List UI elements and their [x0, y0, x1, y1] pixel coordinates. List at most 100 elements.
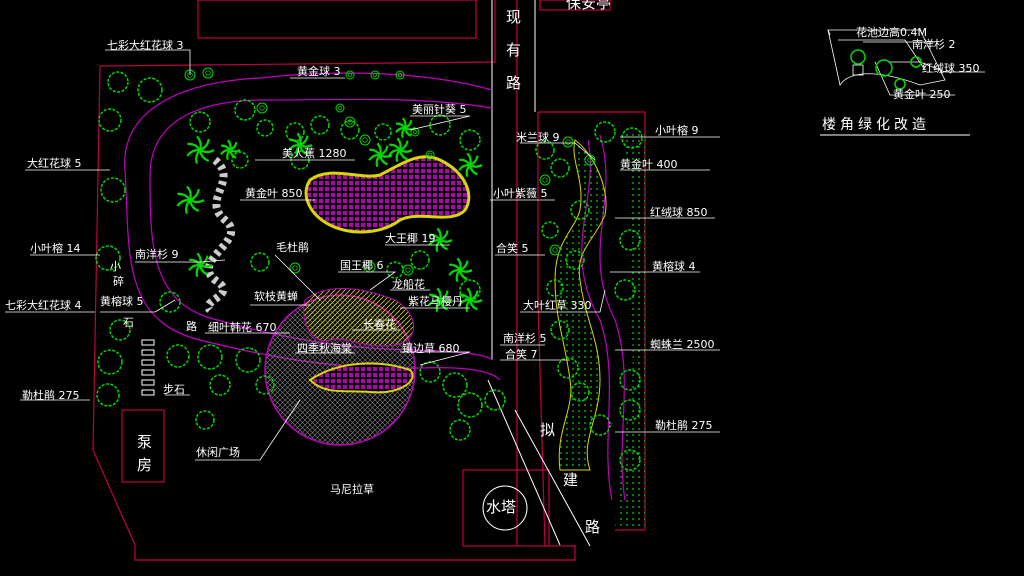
- planned-road-char-1: 拟: [540, 421, 555, 439]
- label-meirenjiao: 美人蕉 1280: [282, 147, 347, 160]
- tree-symbol: [98, 108, 122, 132]
- palm-symbol: [220, 139, 241, 161]
- corner-hongrongqiu-label: 红绒球 350: [922, 61, 980, 75]
- label-maniolacao: 马尼拉草: [330, 482, 374, 496]
- tree-symbol: [197, 344, 223, 370]
- label-huangzongqiu-left: 黄榕球 5: [100, 294, 144, 308]
- gravel-path-char-4: 路: [186, 320, 197, 333]
- label-xiaoyerong-left: 小叶榕 14: [30, 241, 81, 255]
- label-qicai-top: 七彩大红花球 3: [107, 38, 184, 52]
- label-longchuanhua: 龙船花: [392, 277, 425, 291]
- existing-road-char-2: 有: [506, 41, 521, 59]
- tree-symbol: [107, 71, 129, 93]
- label-jinbiancao: 镶边草 680: [402, 341, 460, 355]
- tree-symbol: [457, 392, 483, 418]
- label-changchunhua: 长春花: [363, 318, 396, 331]
- shrub-symbol: [359, 134, 371, 146]
- label-guowangye: 国王椰 6: [340, 258, 384, 272]
- tree-symbol: [96, 383, 120, 407]
- planned-road-char-2: 建: [563, 471, 578, 489]
- label-zhizhulan: 蜘蛛兰 2500: [650, 337, 715, 351]
- shrub-symbol: [256, 102, 268, 114]
- palm-symbol: [368, 142, 393, 168]
- tree-symbol: [374, 123, 392, 141]
- corner-tree-symbol: [875, 59, 893, 77]
- tree-symbol: [449, 419, 471, 441]
- corner-plant-symbols: [850, 49, 922, 90]
- pump-house-label-top: 泵: [137, 433, 152, 451]
- label-dayehongcao: 大叶红草 330: [523, 298, 592, 312]
- tree-symbol: [484, 389, 506, 411]
- tree-symbol: [166, 344, 190, 368]
- tree-symbol: [137, 77, 163, 103]
- label-xiuxianguangchang: 休闲广场: [196, 445, 240, 459]
- label-ruanzhihuangchan: 软枝黄蝉: [254, 289, 298, 303]
- tree-symbol: [250, 252, 270, 272]
- tree-symbol: [410, 250, 430, 270]
- tree-symbol: [100, 177, 126, 203]
- palm-symbol: [388, 137, 413, 163]
- shrub-symbol: [202, 67, 214, 79]
- shrub-symbol: [370, 70, 380, 80]
- label-huangjinye-right: 黄金叶 400: [620, 157, 678, 171]
- existing-road-char-3: 路: [506, 74, 521, 92]
- shrub-symbol: [402, 264, 414, 276]
- shrub-symbol: [345, 70, 355, 80]
- shrub-symbol: [549, 244, 561, 256]
- tree-symbol: [550, 158, 570, 178]
- label-xiaoyerong-right: 小叶榕 9: [655, 123, 699, 137]
- label-dujuan-left: 勒杜鹃 275: [22, 388, 80, 402]
- plaza-planting-bed: [303, 288, 415, 347]
- tree-symbol: [209, 374, 231, 396]
- palm-symbol: [186, 135, 215, 164]
- planned-road-char-3: 路: [585, 518, 600, 536]
- corner-tree-symbol: [850, 49, 866, 65]
- label-dahonghuaqiu: 大红花球 5: [27, 156, 82, 170]
- landscape-plan-drawing: 保安亭 泵 房 水塔 现 有 路 拟 建 路 小 碎 石 路 七彩大红花球 3 …: [5, 0, 985, 561]
- label-xiyezhuhua: 细叶韩花 670: [208, 320, 277, 334]
- shrub-symbol: [562, 136, 574, 148]
- tree-symbol: [159, 291, 181, 313]
- label-nanyangshan: 南洋杉 9: [135, 247, 179, 261]
- gravel-path-char-1: 小: [110, 260, 121, 273]
- tree-symbol: [231, 151, 249, 169]
- stepping-stones: [141, 339, 155, 396]
- guard-post-label: 保安亭: [566, 0, 611, 12]
- label-xiaoyeziwei: 小叶紫薇 5: [493, 187, 548, 200]
- label-huangzongqiu-right: 黄榕球 4: [652, 259, 696, 273]
- shrub-symbol: [335, 103, 345, 113]
- tree-symbol: [97, 349, 123, 375]
- corner-nanyangshan-label: 南洋杉 2: [912, 37, 956, 51]
- tree-symbol: [189, 111, 211, 133]
- label-qicai-left: 七彩大红花球 4: [5, 298, 82, 312]
- corner-huangjinye-label: 黄金叶 250: [893, 87, 951, 101]
- canna-bed: [304, 155, 471, 234]
- label-dujuan-right: 勒杜鹃 275: [655, 418, 713, 432]
- tree-symbol: [310, 115, 330, 135]
- label-milanqiu: 米兰球 9: [516, 130, 560, 144]
- label-meilizhenkui: 美丽针葵 5: [412, 102, 467, 116]
- shrub-symbol: [539, 174, 551, 186]
- label-zihuamayingdan: 紫花马樱丹: [408, 295, 463, 308]
- label-nanyangshan-right: 南洋杉 5: [503, 331, 547, 345]
- tree-symbol: [256, 119, 274, 137]
- tree-symbol: [234, 99, 256, 121]
- tree-symbol: [340, 120, 360, 140]
- tree-symbol: [594, 121, 616, 143]
- tree-symbol: [195, 410, 215, 430]
- label-hexiao-low: 合笑 7: [505, 347, 538, 361]
- label-huangjinqiu: 黄金球 3: [297, 64, 341, 78]
- existing-road-char-1: 现: [506, 8, 521, 26]
- water-tower-label: 水塔: [486, 498, 516, 516]
- label-hexiao-mid: 合笑 5: [496, 241, 529, 255]
- drawing-title: 楼角绿化改造: [822, 117, 930, 133]
- label-dawangye: 大王椰 19: [385, 231, 436, 245]
- palm-symbol: [448, 257, 473, 283]
- tree-symbol: [419, 361, 441, 383]
- tree-symbol: [459, 129, 481, 151]
- tree-symbol: [541, 221, 559, 239]
- gravel-path-char-3: 石: [123, 316, 134, 329]
- gravel-path-char-2: 碎: [113, 274, 124, 288]
- pump-house-label-bottom: 房: [137, 456, 152, 474]
- label-sijiqiuhaitang: 四季秋海棠: [297, 341, 352, 355]
